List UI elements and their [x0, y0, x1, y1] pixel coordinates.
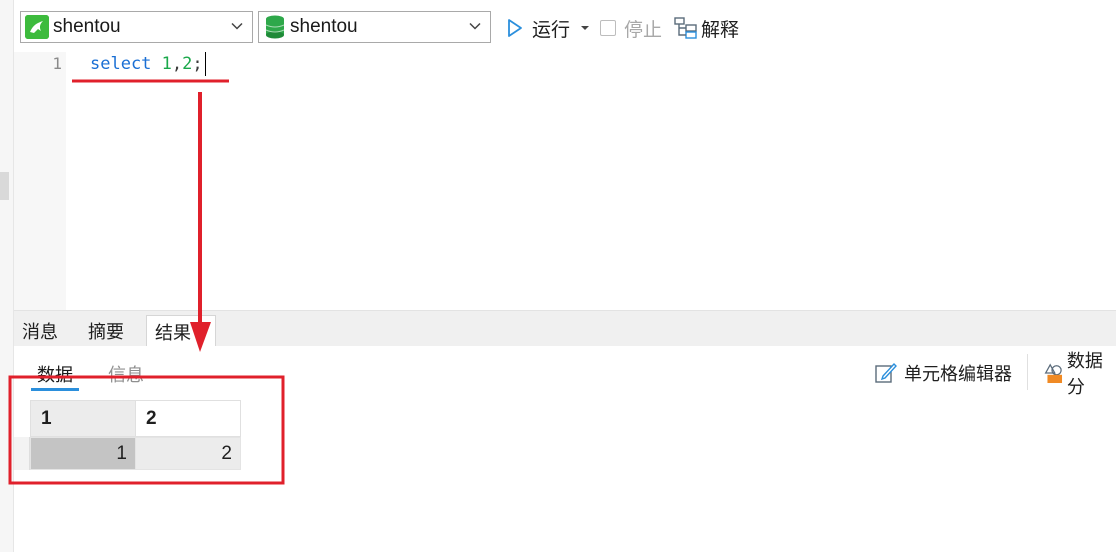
subtab-data[interactable]: 数据	[37, 361, 73, 387]
tab-summary-label: 摘要	[88, 322, 124, 342]
tab-summary[interactable]: 摘要	[80, 315, 132, 347]
caret-down-icon[interactable]	[580, 24, 590, 32]
chevron-down-icon	[231, 22, 243, 30]
database-select[interactable]: shentou	[258, 11, 491, 43]
column-header-label: 1	[41, 407, 52, 429]
data-analysis-icon	[1044, 363, 1063, 384]
run-button[interactable]: 运行	[506, 14, 590, 42]
explain-button[interactable]: 解释	[674, 14, 739, 42]
subtab-active-indicator	[31, 388, 79, 391]
sql-editor[interactable]: 1 select 1,2;	[14, 52, 1116, 310]
sql-query-window: shentou shentou 运行 停止 解释 1 select 1,2; 消…	[0, 0, 1116, 552]
tab-result-label: 结果	[155, 322, 191, 343]
sql-keyword: select	[90, 54, 152, 74]
data-analysis-button[interactable]: 数据分	[1042, 351, 1116, 397]
table-cell-value: 1	[116, 442, 127, 464]
database-select-value: shentou	[290, 16, 358, 37]
left-panel-edge	[0, 0, 14, 552]
play-icon	[508, 19, 522, 37]
table-cell-value: 2	[221, 442, 232, 464]
database-icon	[265, 15, 285, 39]
stop-icon	[600, 20, 616, 36]
subtab-info[interactable]: 信息	[108, 361, 144, 387]
line-number-gutter: 1	[14, 52, 66, 310]
tab-result[interactable]: 结果	[146, 315, 216, 347]
connection-select-value: shentou	[53, 16, 121, 37]
cell-editor-label: 单元格编辑器	[904, 364, 1012, 384]
toolbar-divider	[1027, 354, 1028, 390]
explain-icon	[674, 17, 697, 39]
cell-editor-button[interactable]: 单元格编辑器	[874, 360, 1012, 386]
sql-code-line[interactable]: select 1,2;	[90, 52, 206, 76]
sql-number-1: 1	[161, 54, 172, 74]
mysql-connection-icon	[25, 15, 49, 39]
query-toolbar: shentou shentou 运行 停止 解释	[14, 0, 1116, 52]
sql-semicolon: ;	[192, 54, 203, 74]
table-cell[interactable]: 2	[135, 437, 241, 470]
tab-messages-label: 消息	[22, 322, 58, 342]
chevron-down-icon	[469, 22, 481, 30]
table-cell[interactable]: 1	[30, 437, 136, 470]
panel-resize-grip[interactable]	[0, 172, 9, 200]
edit-icon	[875, 362, 897, 383]
run-label: 运行	[532, 19, 571, 41]
stop-button[interactable]: 停止	[600, 14, 662, 42]
column-header[interactable]: 2	[135, 400, 241, 437]
tab-messages[interactable]: 消息	[14, 315, 66, 347]
result-subbar: 数据 信息 单元格编辑器 数据分	[14, 346, 1116, 400]
sql-comma: ,	[171, 54, 183, 74]
column-header-label: 2	[146, 407, 157, 429]
data-analysis-label: 数据分	[1066, 351, 1103, 397]
line-number: 1	[52, 54, 62, 73]
text-cursor	[204, 52, 206, 76]
column-header[interactable]: 1	[30, 400, 136, 437]
row-selector[interactable]	[14, 437, 30, 470]
sql-number-2: 2	[182, 54, 193, 74]
result-tabs-bar: 消息 摘要 结果	[14, 310, 1116, 347]
explain-label: 解释	[701, 19, 740, 41]
stop-label: 停止	[624, 19, 663, 41]
connection-select[interactable]: shentou	[20, 11, 253, 43]
